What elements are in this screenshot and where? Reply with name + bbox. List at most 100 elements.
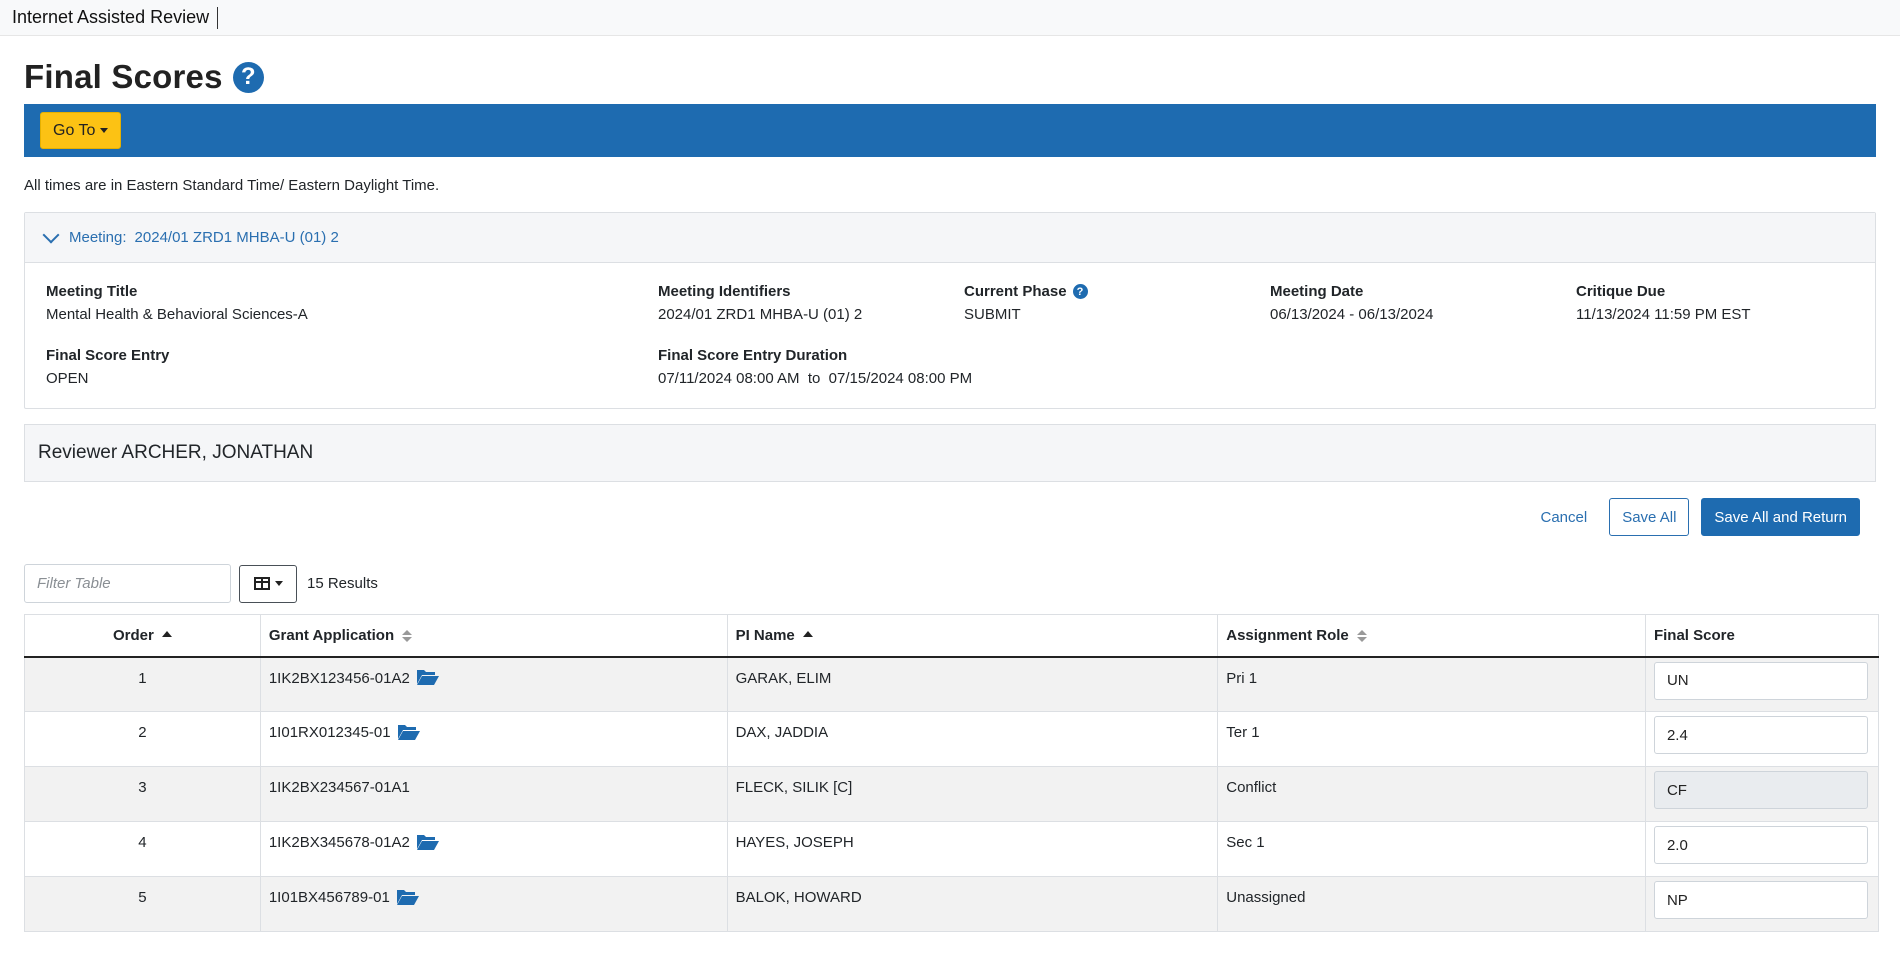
table-row: 5 1I01BX456789-01 BALOK, HOWARD Unassign… (24, 876, 1880, 932)
pi-header-label: PI Name (735, 626, 795, 644)
save-all-button[interactable]: Save All (1609, 498, 1690, 536)
role-cell: Conflict (1217, 766, 1646, 822)
score-column-header: Final Score (1644, 614, 1880, 658)
final-score-entry-field: Final Score Entry OPEN (46, 347, 169, 387)
caret-down-icon (274, 581, 283, 586)
score-cell (1644, 711, 1880, 767)
phase-help-icon[interactable]: ? (1072, 284, 1088, 299)
table-row: 4 1IK2BX345678-01A2 HAYES, JOSEPH Sec 1 (24, 821, 1880, 877)
column-chooser-button[interactable] (239, 564, 297, 603)
grant-cell: 1I01RX012345-01 (259, 711, 728, 767)
critique-due-field: Critique Due 11/13/2024 11:59 PM EST (1576, 283, 1751, 323)
grant-number: 1I01BX456789-01 (268, 889, 390, 906)
order-cell: 4 (24, 821, 261, 877)
final-score-input-disabled (1653, 771, 1868, 809)
results-count: 15 Results (307, 575, 378, 592)
order-column-header[interactable]: Order (24, 614, 261, 658)
order-header-label: Order (112, 626, 154, 644)
filter-table-input[interactable] (24, 564, 231, 603)
final-score-input[interactable] (1653, 716, 1868, 754)
current-phase-value: SUBMIT (964, 306, 1021, 323)
role-column-header[interactable]: Assignment Role (1217, 614, 1646, 658)
final-score-entry-value: OPEN (46, 370, 89, 387)
help-icon[interactable]: ? (232, 61, 264, 93)
meeting-date-value: 06/13/2024 - 06/13/2024 (1270, 306, 1434, 323)
score-cell (1644, 821, 1880, 877)
meeting-accordion-toggle[interactable]: Meeting: 2024/01 ZRD1 MHBA-U (01) 2 (25, 213, 1875, 263)
caret-down-icon (100, 128, 109, 133)
timezone-note: All times are in Eastern Standard Time/ … (24, 177, 440, 194)
open-folder-icon[interactable] (397, 723, 421, 741)
open-folder-icon[interactable] (416, 668, 440, 686)
table-row: 2 1I01RX012345-01 DAX, JADDIA Ter 1 (24, 711, 1880, 767)
table-row: 3 1IK2BX234567-01A1 FLECK, SILIK [C] Con… (24, 766, 1880, 822)
score-cell (1644, 656, 1880, 712)
pi-column-header[interactable]: PI Name (726, 614, 1219, 658)
final-score-input[interactable] (1653, 661, 1868, 700)
entry-duration-field: Final Score Entry Duration 07/11/2024 08… (658, 347, 972, 387)
pi-cell: BALOK, HOWARD (726, 876, 1219, 932)
current-phase-label-row: Current Phase ? (964, 283, 1088, 300)
table-row: 1 1IK2BX123456-01A2 GARAK, ELIM Pri 1 (24, 656, 1880, 712)
meeting-title-field: Meeting Title Mental Health & Behavioral… (46, 283, 308, 323)
score-cell (1644, 876, 1880, 932)
reviewer-heading: Reviewer ARCHER, JONATHAN (24, 424, 1876, 482)
meeting-date-label: Meeting Date (1270, 283, 1364, 300)
current-phase-label: Current Phase (964, 283, 1067, 300)
pi-cell: FLECK, SILIK [C] (726, 766, 1219, 822)
final-scores-table: Order Grant Application PI Name Assignme… (24, 614, 1880, 932)
order-cell: 2 (24, 711, 261, 767)
sort-icon (402, 629, 413, 642)
meeting-date-field: Meeting Date 06/13/2024 - 06/13/2024 (1270, 283, 1433, 323)
save-all-and-return-button[interactable]: Save All and Return (1701, 498, 1860, 536)
meeting-header-value: 2024/01 ZRD1 MHBA-U (01) 2 (134, 229, 339, 246)
pi-cell: GARAK, ELIM (726, 656, 1219, 712)
sort-ascending-icon (802, 630, 813, 637)
final-score-entry-label: Final Score Entry (46, 347, 170, 364)
final-score-input[interactable] (1653, 881, 1868, 919)
cancel-button[interactable]: Cancel (1535, 508, 1594, 527)
page-title: Final Scores (24, 58, 223, 95)
grant-cell: 1IK2BX345678-01A2 (259, 821, 728, 877)
table-tools: 15 Results (24, 564, 1876, 603)
meeting-identifiers-field: Meeting Identifiers 2024/01 ZRD1 MHBA-U … (658, 283, 862, 323)
meeting-title-label: Meeting Title (46, 283, 138, 300)
role-cell: Sec 1 (1217, 821, 1646, 877)
grant-number: 1IK2BX345678-01A2 (268, 834, 410, 851)
app-title: Internet Assisted Review (12, 7, 210, 27)
open-folder-icon[interactable] (416, 833, 440, 851)
grant-number: 1I01RX012345-01 (268, 724, 391, 741)
current-phase-field: Current Phase ? SUBMIT (964, 283, 1088, 323)
go-to-button[interactable]: Go To (40, 112, 122, 149)
order-cell: 5 (24, 876, 261, 932)
sort-ascending-icon (161, 630, 172, 637)
role-cell: Pri 1 (1217, 656, 1646, 712)
entry-duration-label: Final Score Entry Duration (658, 347, 848, 364)
grant-cell: 1IK2BX123456-01A2 (259, 656, 728, 712)
critique-due-value: 11/13/2024 11:59 PM EST (1576, 306, 1751, 323)
score-header-label: Final Score (1653, 626, 1735, 644)
meeting-card: Meeting: 2024/01 ZRD1 MHBA-U (01) 2 Meet… (24, 212, 1876, 409)
pi-cell: HAYES, JOSEPH (726, 821, 1219, 877)
order-cell: 1 (24, 656, 261, 712)
main-content: Final Scores ? Go To All times are in Ea… (0, 58, 1900, 932)
role-cell: Unassigned (1217, 876, 1646, 932)
grant-cell: 1IK2BX234567-01A1 (259, 766, 728, 822)
sort-icon (1356, 629, 1367, 642)
top-bar: Internet Assisted Review (0, 0, 1900, 36)
chevron-down-icon (42, 226, 60, 243)
critique-due-label: Critique Due (1576, 283, 1666, 300)
page-title-row: Final Scores ? (24, 58, 1876, 96)
grant-cell: 1I01BX456789-01 (259, 876, 728, 932)
grant-number: 1IK2BX234567-01A1 (268, 779, 410, 796)
title-separator (217, 6, 219, 29)
meeting-header-label: Meeting: (69, 229, 127, 246)
entry-duration-value: 07/11/2024 08:00 AM to 07/15/2024 08:00 … (658, 370, 973, 387)
grant-column-header[interactable]: Grant Application (259, 614, 728, 658)
meeting-identifiers-value: 2024/01 ZRD1 MHBA-U (01) 2 (658, 306, 863, 323)
meeting-identifiers-label: Meeting Identifiers (658, 283, 791, 300)
final-score-input[interactable] (1653, 826, 1868, 864)
order-cell: 3 (24, 766, 261, 822)
grant-number: 1IK2BX123456-01A2 (268, 669, 410, 687)
open-folder-icon[interactable] (396, 888, 420, 906)
